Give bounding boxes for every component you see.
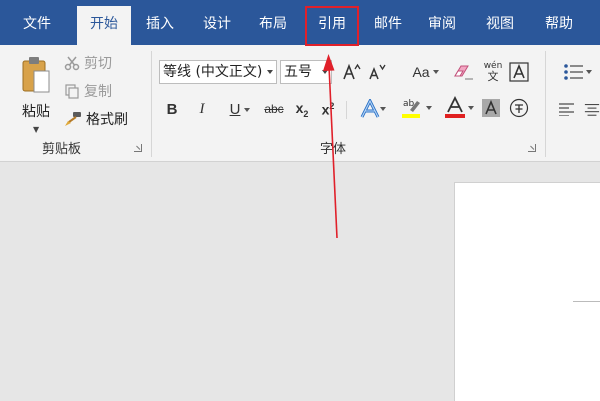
align-left-icon [559,103,574,116]
tab-review[interactable]: 审阅 [417,0,467,45]
annotation-highlight-box [305,6,359,46]
group-divider [346,101,347,119]
subscript-icon: x2 [295,99,309,119]
copy-icon [65,84,79,99]
enclose-characters-button[interactable] [508,97,530,119]
tab-mailings[interactable]: 邮件 [364,0,412,45]
text-effects-icon [360,99,380,118]
align-center-button[interactable] [584,99,600,119]
character-border-button[interactable] [508,61,530,83]
clear-formatting-button[interactable] [452,60,476,84]
bold-icon: B [166,100,178,118]
page-margin-marker [573,301,600,302]
font-size-combobox[interactable]: 五号 [280,60,332,84]
scissors-icon [64,56,80,71]
document-page[interactable] [454,182,600,401]
highlight-color-swatch [402,114,420,118]
copy-label: 复制 [84,84,112,100]
chevron-down-icon [426,106,432,110]
font-color-icon [445,96,465,118]
format-painter-icon [65,112,81,126]
chevron-down-icon [267,70,273,74]
shrink-font-button[interactable] [367,61,389,83]
change-case-button[interactable]: Aa [403,61,439,83]
highlight-color-button[interactable]: ab [392,95,432,121]
align-center-icon [584,104,600,116]
bold-button[interactable]: B [162,98,182,120]
grow-font-icon [343,63,361,80]
chevron-down-icon [380,107,386,111]
tab-help[interactable]: 帮助 [533,0,585,45]
character-shading-icon [482,99,500,117]
align-left-button[interactable] [556,99,578,119]
grow-font-button[interactable] [341,61,363,83]
tab-layout[interactable]: 布局 [248,0,298,45]
copy-button[interactable]: 复制 [64,80,112,102]
chevron-down-icon [433,70,439,74]
format-painter-label: 格式刷 [86,112,128,128]
font-name-value: 等线 (中文正文) [163,64,263,80]
paste-dropdown-arrow-icon[interactable]: ▼ [33,125,39,134]
font-name-combobox[interactable]: 等线 (中文正文) [159,60,277,84]
shrink-font-icon [369,64,386,80]
cut-button[interactable]: 剪切 [64,52,112,74]
clear-formatting-icon [454,65,473,80]
chevron-down-icon [468,106,474,110]
ribbon-tab-bar: 文件 开始 插入 设计 布局 引用 邮件 审阅 视图 帮助 [0,0,600,45]
format-painter-button[interactable]: 格式刷 [64,108,128,130]
strikethrough-button[interactable]: abc [259,98,289,120]
bullets-button[interactable] [556,61,592,83]
paste-icon [22,57,50,93]
font-color-button[interactable] [436,95,474,121]
enclose-characters-icon [509,98,529,118]
change-case-label: Aa [412,64,430,80]
paste-button[interactable]: 粘贴 ▼ [13,53,59,134]
superscript-icon: x2 [321,100,335,118]
font-color-swatch [445,114,465,118]
phonetic-guide-bottom: 文 [487,70,499,83]
tab-file[interactable]: 文件 [9,0,65,45]
tab-view[interactable]: 视图 [474,0,526,45]
clipboard-group-label: 剪贴板 [42,142,82,157]
tab-home[interactable]: 开始 [77,6,131,45]
character-shading-button[interactable] [480,97,502,119]
highlighter-icon: ab [402,99,420,118]
document-canvas [0,162,600,401]
paste-label: 粘贴 [22,104,50,120]
bullets-icon [564,64,583,80]
group-divider [545,51,546,157]
underline-icon: U [229,100,241,118]
subscript-button[interactable]: x2 [291,98,313,120]
chevron-down-icon [244,108,250,112]
chevron-down-icon [322,70,328,74]
strikethrough-icon: abc [264,102,284,116]
italic-button[interactable]: I [192,98,212,120]
font-size-value: 五号 [284,64,312,80]
superscript-button[interactable]: x2 [317,98,339,120]
font-group-label: 字体 [320,142,347,157]
cut-label: 剪切 [84,56,112,72]
phonetic-guide-button[interactable]: wén 文 [480,58,506,86]
tab-insert[interactable]: 插入 [136,0,184,45]
underline-button[interactable]: U [220,98,250,120]
text-effects-button[interactable] [354,97,386,121]
font-dialog-launcher-icon[interactable] [528,144,536,152]
italic-icon: I [199,100,205,117]
tab-design[interactable]: 设计 [191,0,243,45]
chevron-down-icon [586,70,592,74]
group-divider [151,51,152,157]
character-border-icon [509,62,529,82]
ribbon-home: 粘贴 ▼ 剪切 复制 格式刷 剪贴板 等线 (中文正文) 五号 Aa wén 文… [0,45,600,162]
clipboard-dialog-launcher-icon[interactable] [134,144,142,152]
